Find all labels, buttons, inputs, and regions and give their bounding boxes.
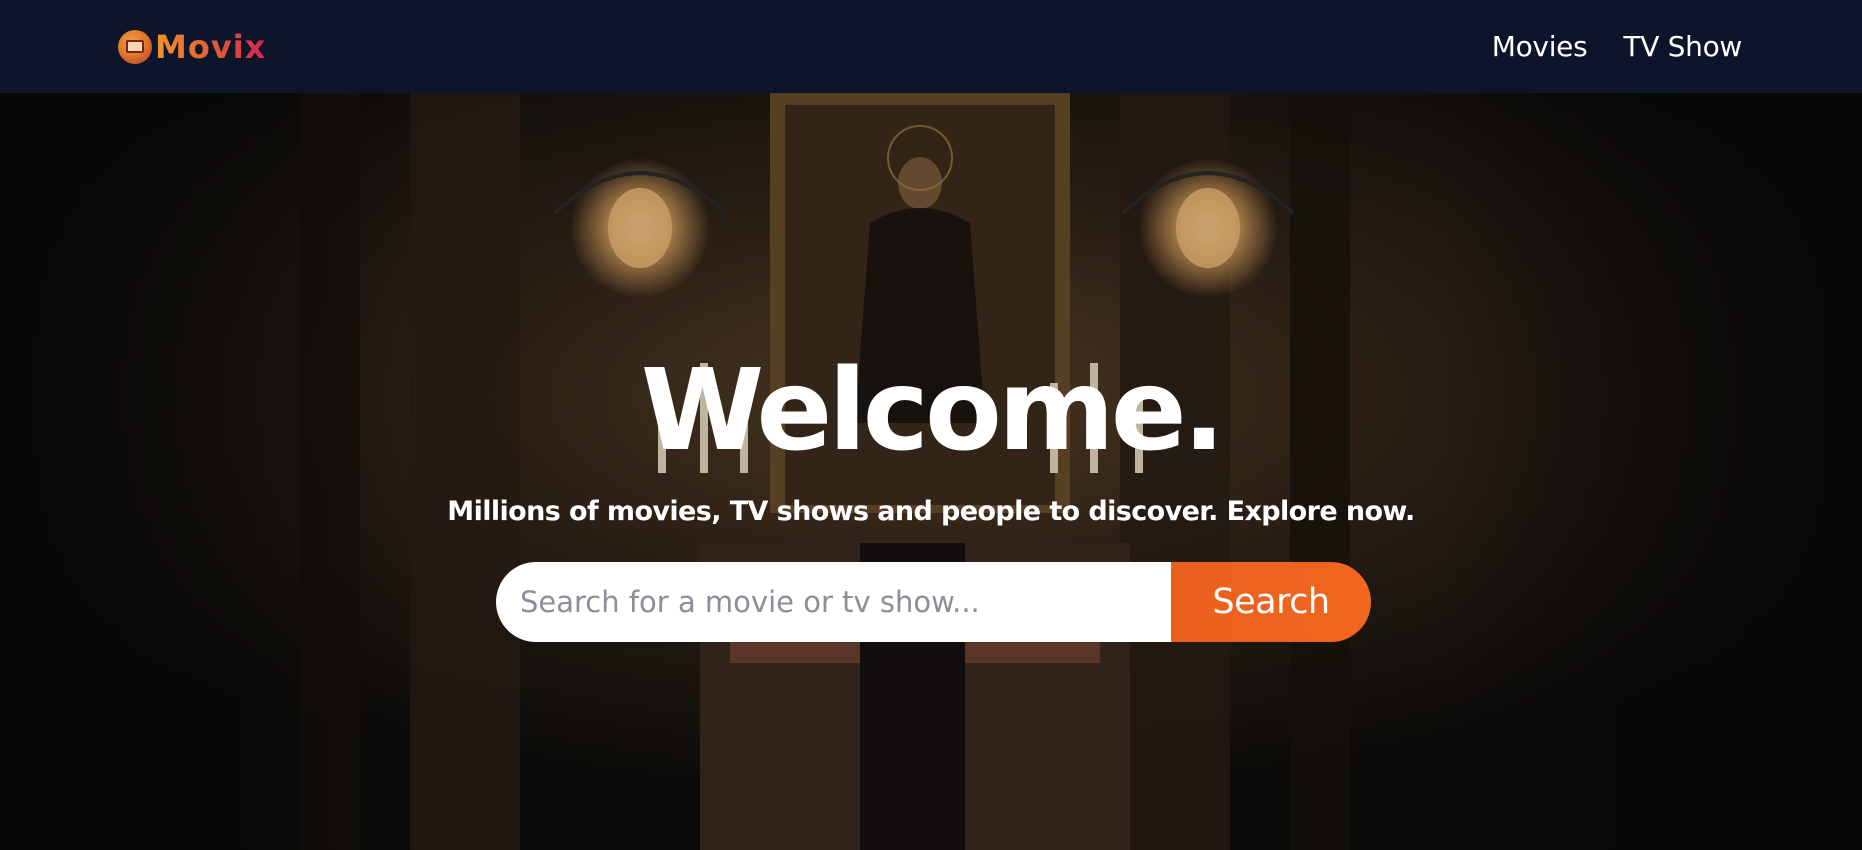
hero-banner: Welcome. Millions of movies, TV shows an… (0, 93, 1862, 850)
brand-name: Movix (155, 27, 267, 66)
hero-subtitle: Millions of movies, TV shows and people … (447, 496, 1415, 527)
top-navbar: Movix Movies TV Show (0, 0, 1862, 93)
nav-link-tv-show[interactable]: TV Show (1623, 30, 1742, 63)
search-bar: Search (496, 562, 1371, 642)
main-nav: Movies TV Show (1492, 30, 1743, 63)
hero-title: Welcome. (640, 346, 1225, 476)
logo-icon (118, 29, 152, 64)
brand-logo[interactable]: Movix (118, 28, 266, 66)
search-button[interactable]: Search (1171, 562, 1371, 642)
hero-content: Welcome. Millions of movies, TV shows an… (0, 93, 1862, 850)
nav-link-movies[interactable]: Movies (1492, 30, 1588, 63)
search-input[interactable] (496, 562, 1171, 642)
